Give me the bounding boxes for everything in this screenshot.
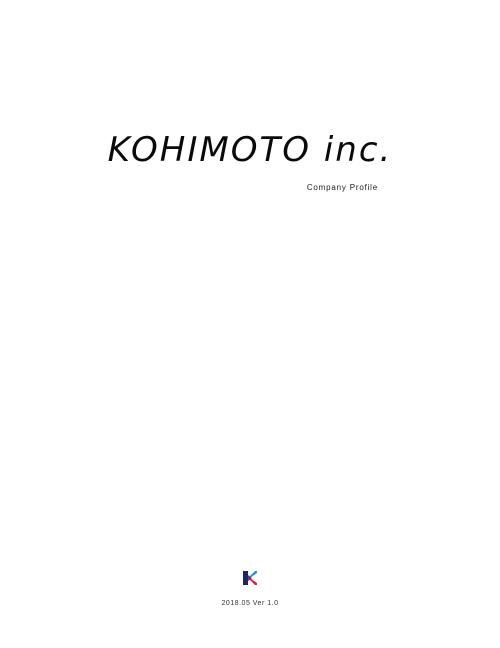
company-title: KOHIMOTO inc. [107, 130, 393, 170]
version-label: 2018.05 Ver 1.0 [221, 600, 279, 607]
kohimoto-k-logo-icon [243, 571, 257, 585]
logo-stem-shape [243, 571, 248, 585]
cover-page: KOHIMOTO inc. Company Profile 2018.05 Ve… [0, 0, 500, 648]
document-subtitle: Company Profile [306, 183, 378, 192]
